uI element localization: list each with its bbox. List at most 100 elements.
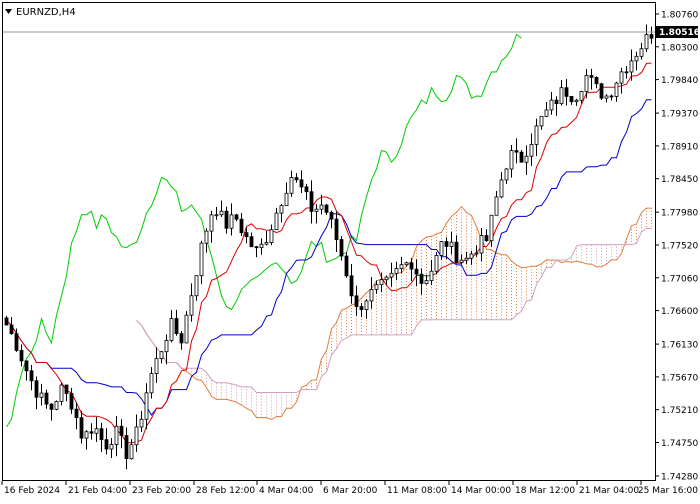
candle-body — [79, 417, 84, 439]
candle-body — [329, 211, 334, 220]
candle-body — [629, 60, 634, 73]
candle-body — [64, 384, 69, 394]
time-axis-label: 23 Feb 20:00 — [132, 486, 191, 496]
candle-body — [29, 370, 34, 382]
time-axis-label: 4 Mar 04:00 — [259, 486, 314, 496]
candle-body — [514, 150, 519, 153]
candle-body — [524, 155, 529, 163]
candle-body — [404, 262, 409, 266]
candle-body — [649, 34, 654, 39]
candle-body — [499, 179, 504, 198]
time-axis-label: 14 Mar 00:00 — [451, 486, 511, 496]
candle-body — [74, 408, 79, 419]
price-scale-label: 1.77980 — [661, 209, 698, 219]
candle-body — [619, 71, 624, 84]
candle-body — [609, 95, 614, 98]
chart-window[interactable]: 1.80760 1.80300 1.79840 1.79370 1.78910 1.784… — [0, 0, 700, 500]
candle-body — [194, 275, 199, 297]
candle-body — [184, 314, 189, 344]
candle-body — [459, 259, 464, 263]
candle-body — [484, 235, 489, 242]
candle-body — [434, 254, 439, 272]
candle-body — [474, 252, 479, 255]
candle-body — [564, 87, 569, 97]
candle-body — [279, 205, 284, 214]
candle-body — [264, 242, 269, 245]
current-price-label: 1.80516 — [659, 28, 700, 38]
candle-body — [54, 401, 59, 410]
time-axis-label: 6 Mar 20:00 — [323, 486, 378, 496]
candle-body — [104, 439, 109, 450]
candle-body — [554, 99, 559, 105]
candle-body — [309, 191, 314, 212]
candle-body — [574, 99, 579, 103]
candle-body — [379, 279, 384, 286]
candle-body — [464, 257, 469, 261]
candle-body — [339, 239, 344, 257]
candle-body — [359, 306, 364, 311]
candle-body — [389, 272, 394, 278]
time-axis-label: 21 Feb 04:00 — [68, 486, 127, 496]
candle-body — [494, 196, 499, 216]
price-scale-label: 1.77060 — [661, 274, 698, 284]
candle-body — [144, 392, 149, 420]
candle-body — [199, 242, 204, 277]
candle-body — [544, 109, 549, 117]
candle-body — [149, 373, 154, 394]
candle-body — [324, 204, 329, 213]
candle-body — [189, 295, 194, 316]
price-scale-label: 1.76130 — [661, 341, 698, 351]
candle-body — [159, 351, 164, 360]
candle-body — [89, 431, 94, 434]
candle-body — [109, 444, 114, 450]
candle-body — [614, 82, 619, 97]
candle-body — [239, 218, 244, 234]
time-axis-label: 25 Mar 16:00 — [638, 486, 698, 496]
price-scale-label: 1.75210 — [661, 406, 698, 416]
candle-body — [314, 208, 319, 212]
price-scale-label: 1.79370 — [661, 110, 698, 120]
candle-body — [219, 210, 224, 216]
candle-body — [424, 280, 429, 284]
candle-body — [414, 268, 419, 275]
candle-body — [19, 350, 24, 362]
candle-body — [39, 392, 44, 398]
candle-body — [569, 95, 574, 103]
candle-body — [584, 75, 589, 92]
candle-body — [129, 444, 134, 460]
candle-body — [299, 179, 304, 188]
candle-body — [624, 71, 629, 74]
candle-body — [204, 230, 209, 244]
candle-body — [9, 324, 14, 335]
candle-body — [384, 276, 389, 281]
candle-body — [99, 428, 104, 441]
candle-body — [259, 243, 264, 249]
price-scale-label: 1.75670 — [661, 373, 698, 383]
price-scale[interactable]: 1.80760 1.80300 1.79840 1.79370 1.78910 1.784… — [655, 11, 698, 483]
candle-body — [24, 360, 29, 372]
candle-body — [634, 55, 639, 62]
candle-body — [559, 87, 564, 105]
candle-body — [4, 317, 9, 326]
candle-body — [249, 236, 254, 248]
candle-body — [419, 273, 424, 284]
candle-body — [479, 235, 484, 254]
candle-body — [589, 75, 594, 78]
candle-body — [269, 229, 274, 243]
candle-body — [254, 246, 259, 249]
candle-body — [354, 295, 359, 307]
candle-body — [579, 91, 584, 101]
candle-body — [449, 241, 454, 247]
candle-body — [549, 99, 554, 111]
current-price-tag: 1.80516 — [656, 26, 700, 38]
candle-body — [84, 431, 89, 439]
candle-body — [364, 300, 369, 311]
candle-body — [534, 125, 539, 145]
time-axis-label: 18 Mar 12:00 — [515, 486, 575, 496]
chart-svg[interactable]: 1.80760 1.80300 1.79840 1.79370 1.78910 1.784… — [0, 0, 700, 500]
candle-body — [374, 284, 379, 290]
candle-body — [224, 210, 229, 229]
candle-body — [119, 425, 124, 436]
candle-body — [319, 204, 324, 210]
chart-background — [0, 0, 700, 500]
